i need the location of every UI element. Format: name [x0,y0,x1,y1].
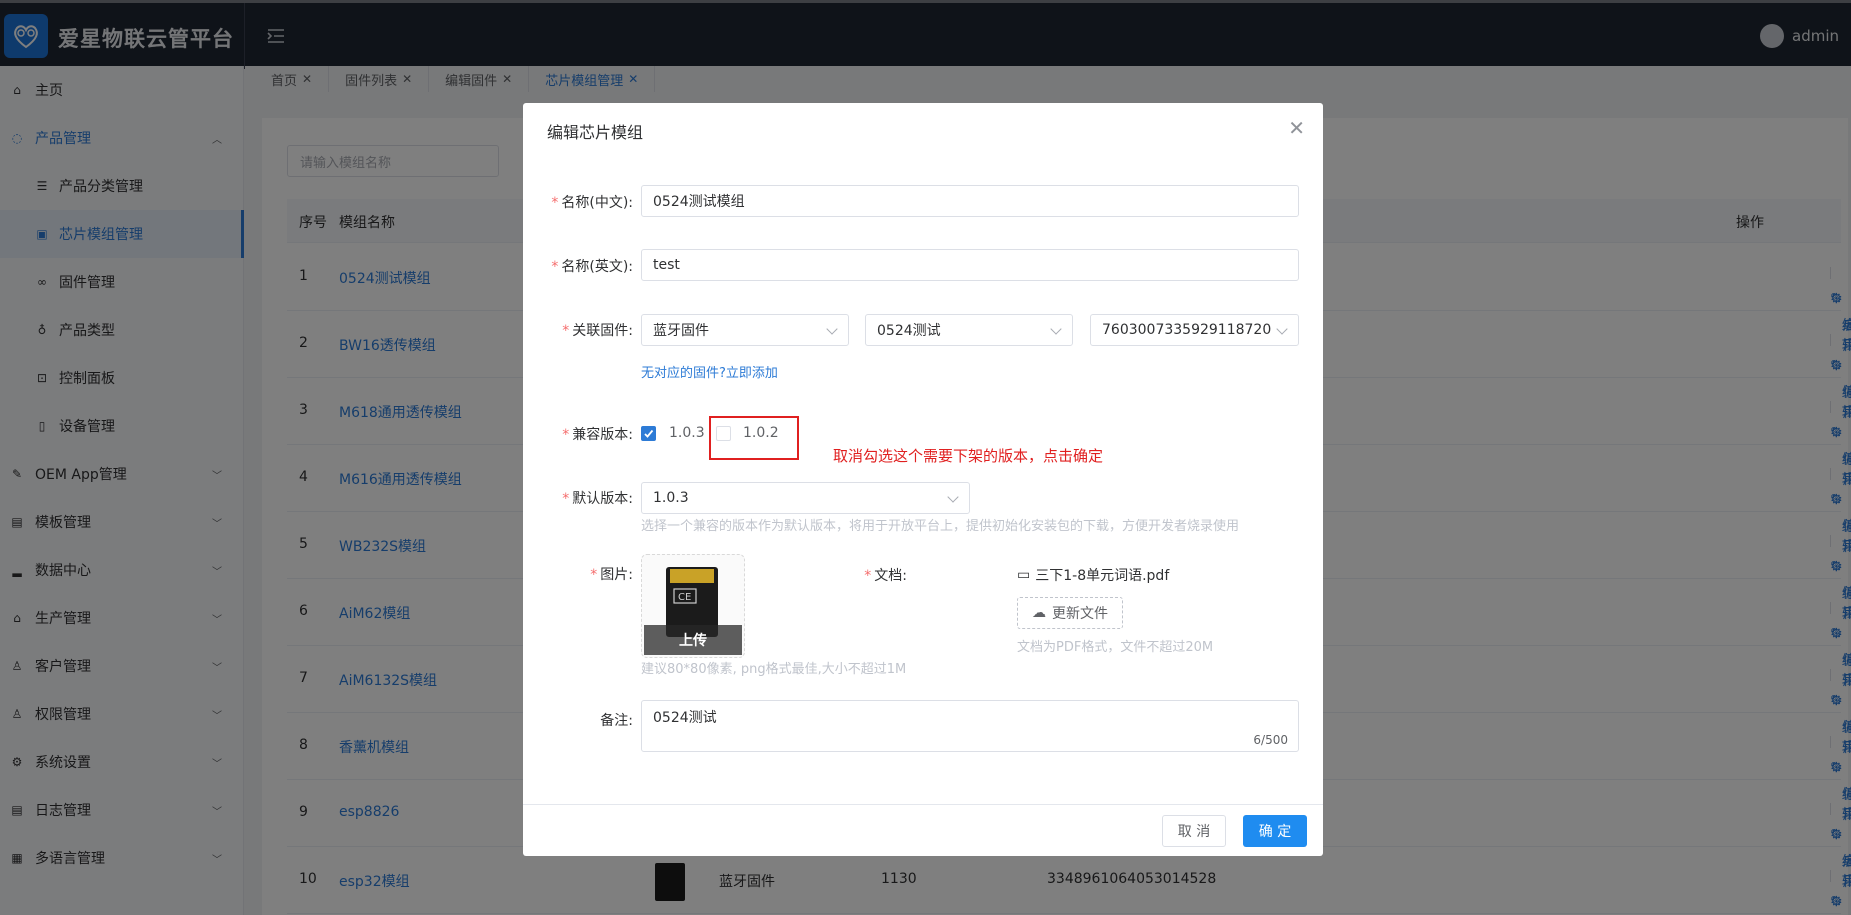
chevron-down-icon [826,323,838,335]
compat-version-label: 1.0.3 [669,425,705,441]
image-hint: 建议80*80像素, png格式最佳,大小不超过1M [641,662,907,677]
compat-checkbox-1-0-2[interactable] [716,426,731,441]
image-label: * 图片: [590,567,633,583]
update-file-button[interactable]: ☁ 更新文件 [1017,597,1123,629]
firmware-label: * 关联固件: [562,323,633,339]
folder-icon: ▭ [1017,567,1031,583]
dialog-footer-divider [523,804,1323,805]
compat-label: * 兼容版本: [562,427,633,443]
default-version-label: * 默认版本: [562,491,633,507]
default-version-hint: 选择一个兼容的版本作为默认版本，将用于开放平台上，提供初始化安装包的下载，方便开… [641,519,1240,534]
char-count: 6/500 [1253,733,1288,747]
default-version-select[interactable]: 1.0.3 [641,482,970,514]
remark-textarea[interactable]: 0524测试 6/500 [641,700,1299,752]
chevron-down-icon [1050,323,1062,335]
chevron-down-icon [1276,323,1288,335]
cancel-button[interactable]: 取 消 [1162,815,1226,847]
image-uploader[interactable]: CE 上传 [641,554,745,658]
doc-label: * 文档: [864,568,907,584]
compat-version-label: 1.0.2 [743,425,779,441]
compat-checkbox-1-0-3[interactable] [641,426,656,441]
name-cn-field[interactable]: 0524测试模组 [641,185,1299,217]
close-icon[interactable]: ✕ [1288,118,1305,138]
add-firmware-link[interactable]: 无对应的固件?立即添加 [641,362,778,381]
remark-label: 备注: [600,713,633,729]
dialog-title: 编辑芯片模组 [547,123,644,142]
firmware-id-select[interactable]: 7603007335929118720 [1090,314,1299,346]
annotation-text: 取消勾选这个需要下架的版本，点击确定 [833,447,1104,465]
edit-chip-module-dialog: 编辑芯片模组 ✕ * 名称(中文): 0524测试模组 * 名称(英文): test… [523,103,1323,856]
firmware-name-select[interactable]: 0524测试 [865,314,1073,346]
name-en-field[interactable]: test [641,249,1299,281]
doc-hint: 文档为PDF格式，文件不超过20M [1017,640,1214,655]
svg-text:CE: CE [678,592,691,603]
chevron-down-icon [947,491,959,503]
name-cn-label: * 名称(中文): [551,195,633,211]
name-en-label: * 名称(英文): [551,259,633,275]
firmware-type-select[interactable]: 蓝牙固件 [641,314,849,346]
upload-button[interactable]: 上传 [644,625,742,655]
doc-file[interactable]: ▭ 三下1-8单元词语.pdf [1017,565,1169,585]
upload-cloud-icon: ☁ [1032,605,1046,621]
confirm-button[interactable]: 确 定 [1243,815,1307,847]
